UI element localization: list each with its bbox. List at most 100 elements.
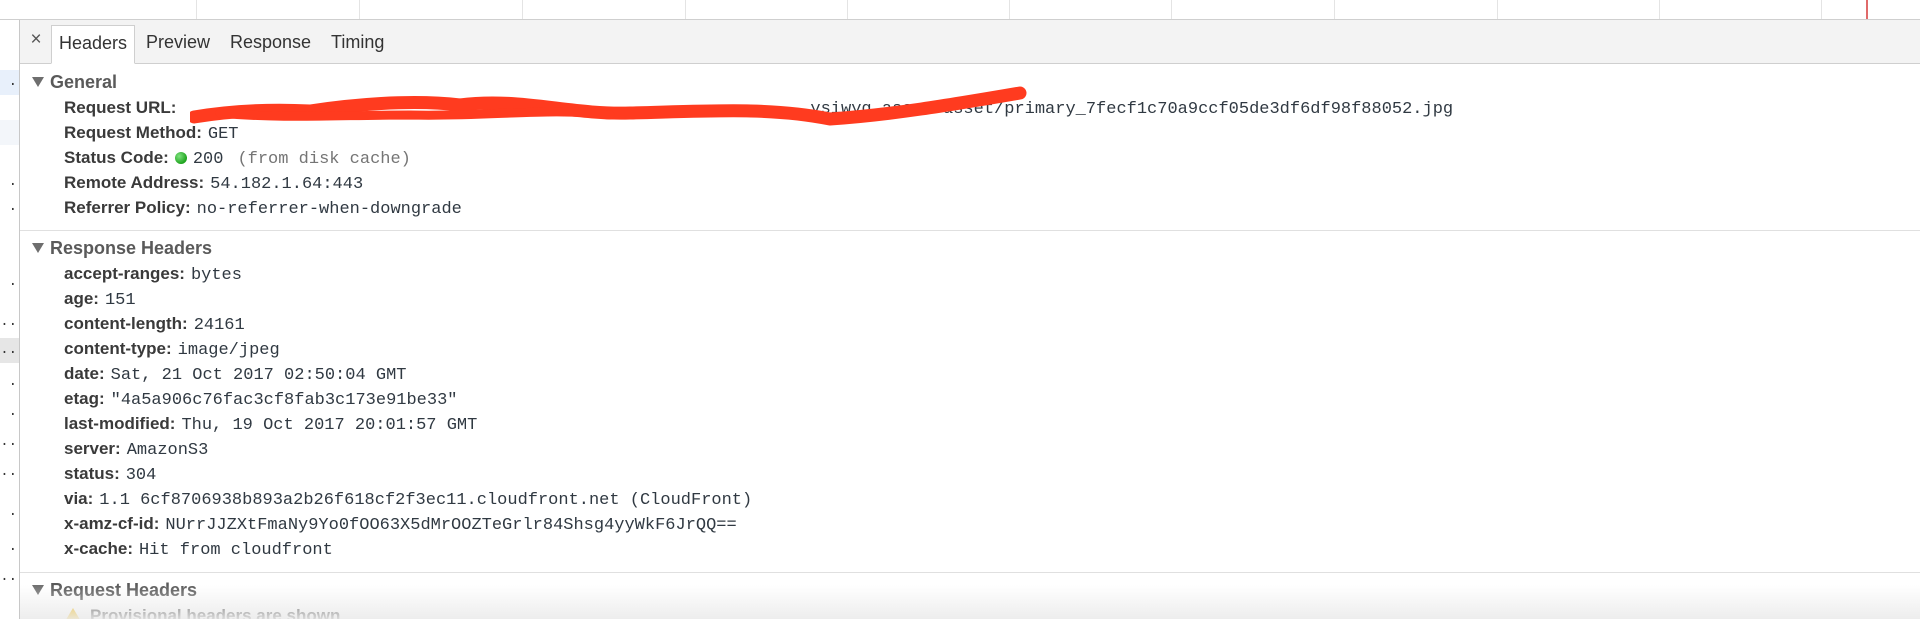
header-key: Status Code: [64,148,169,167]
list-item[interactable]: . [0,400,19,425]
response-header-row: etag: "4a5a906c76fac3cf8fab3c173e91be33" [64,387,457,411]
header-value[interactable]: "4a5a906c76fac3cf8fab3c173e91be33" [111,391,458,410]
section-divider [20,230,1920,231]
list-item[interactable]: .. [0,310,19,335]
response-header-row: content-type: image/jpeg [64,337,280,361]
status-code-value[interactable]: 200 [193,150,224,169]
list-item[interactable]: . [0,170,19,195]
header-key: Request URL: [64,98,177,117]
timeline-gridline [847,0,848,19]
header-value[interactable]: 24161 [194,316,245,335]
header-key: server: [64,439,121,458]
timeline-gridline [1009,0,1010,19]
tab-headers[interactable]: Headers [51,25,136,64]
header-value[interactable]: 1.1 6cf8706938b893a2b26f618cf2f3ec11.clo… [99,491,752,510]
header-key: accept-ranges: [64,264,185,283]
header-value[interactable]: image/jpeg [178,341,280,360]
list-item[interactable]: . [0,270,19,295]
header-value[interactable]: GET [208,125,239,144]
header-key: content-length: [64,314,188,333]
header-key: etag: [64,389,105,408]
timeline-overview[interactable] [0,0,1920,20]
section-title: General [50,72,118,92]
header-value[interactable]: AmazonS3 [127,441,209,460]
header-value[interactable]: no-referrer-when-downgrade [197,200,462,219]
timeline-gridline [1171,0,1172,19]
warning-icon [64,608,82,619]
header-value[interactable]: 304 [126,466,157,485]
response-header-row: server: AmazonS3 [64,437,208,461]
timeline-gridline [359,0,360,19]
timeline-gridline [1659,0,1660,19]
header-key: last-modified: [64,414,176,433]
section-title: Response Headers [50,238,213,258]
list-item[interactable]: .. [0,430,19,455]
response-header-row: content-length: 24161 [64,312,245,336]
response-header-row: x-cache: Hit from cloudfront [64,537,333,561]
list-item[interactable]: .. [0,565,19,590]
list-item[interactable]: . [0,370,19,395]
request-list-sliver[interactable]: . . . . .. .. . . .. .. . . .. [0,20,20,619]
section-title: Request Headers [50,580,198,600]
timeline-gridline [522,0,523,19]
remote-address-row: Remote Address: 54.182.1.64:443 [64,171,363,195]
status-ok-icon [174,152,187,164]
list-item[interactable]: .. [0,460,19,485]
response-header-row: accept-ranges: bytes [64,262,242,286]
status-note: (from disk cache) [237,150,411,169]
header-key: Request Method: [64,123,202,142]
timeline-gridline [685,0,686,19]
triangle-down-icon [32,77,44,87]
header-key: x-amz-cf-id: [64,514,160,533]
tab-response[interactable]: Response [224,25,317,63]
tab-timing[interactable]: Timing [325,25,390,63]
details-tabbar: × Headers Preview Response Timing [20,20,1920,64]
timeline-gridline [1821,0,1822,19]
response-header-row: x-amz-cf-id: NUrrJJZXtFmaNy9Yo0fOO63X5dMr… [64,512,737,536]
header-key: date: [64,364,105,383]
timeline-gridline [1497,0,1498,19]
response-header-row: via: 1.1 6cf8706938b893a2b26f618cf2f3ec11… [64,487,752,511]
warning-text: Provisional headers are shown [90,606,341,619]
header-key: Remote Address: [64,173,205,192]
header-value[interactable]: NUrrJJZXtFmaNy9Yo0fOO63X5dMrOOZTeGrlr84S… [165,516,736,535]
close-icon[interactable]: × [26,29,46,51]
request-url-value[interactable]: ysiwyg_asset/asset/primary_7fecf1c70a9cc… [176,100,1453,119]
header-value[interactable]: bytes [191,266,242,285]
list-item[interactable]: . [0,535,19,560]
timeline-gridline [1334,0,1335,19]
header-key: status: [64,464,120,483]
tab-preview[interactable]: Preview [140,25,216,63]
list-item[interactable]: . [0,500,19,525]
list-item[interactable] [0,120,19,145]
list-item[interactable]: . [0,70,19,95]
header-key: content-type: [64,339,172,358]
list-item[interactable]: .. [0,338,19,363]
headers-pane: General Request URL: ysiwyg_asset/asset/p… [20,64,1920,619]
status-code-row: Status Code: 200 (from disk cache) [64,146,411,170]
header-value[interactable]: Thu, 19 Oct 2017 20:01:57 GMT [181,416,477,435]
timeline-gridline [196,0,197,19]
header-key: via: [64,489,94,508]
provisional-warning-row: Provisional headers are shown [64,604,340,619]
response-header-row: last-modified: Thu, 19 Oct 2017 20:01:57 … [64,412,477,436]
header-value[interactable]: 54.182.1.64:443 [210,175,363,194]
general-section-toggle[interactable]: General [32,70,117,94]
triangle-down-icon [32,585,44,595]
load-event-marker [1866,0,1868,19]
response-header-row: status: 304 [64,462,156,486]
list-item[interactable] [0,95,19,120]
header-value[interactable]: 151 [105,291,136,310]
response-headers-section-toggle[interactable]: Response Headers [32,236,212,260]
header-value[interactable]: Hit from cloudfront [139,541,333,560]
section-divider [20,572,1920,573]
header-value[interactable]: Sat, 21 Oct 2017 02:50:04 GMT [111,366,407,385]
list-item[interactable]: . [0,195,19,220]
header-key: age: [64,289,99,308]
request-headers-section-toggle[interactable]: Request Headers [32,578,197,602]
request-url-row: Request URL: ysiwyg_asset/asset/primary_7… [64,96,1453,120]
request-method-row: Request Method: GET [64,121,239,145]
header-key: x-cache: [64,539,133,558]
devtools-network-panel: . . . . .. .. . . .. .. . . .. × Headers… [0,0,1920,619]
triangle-down-icon [32,243,44,253]
